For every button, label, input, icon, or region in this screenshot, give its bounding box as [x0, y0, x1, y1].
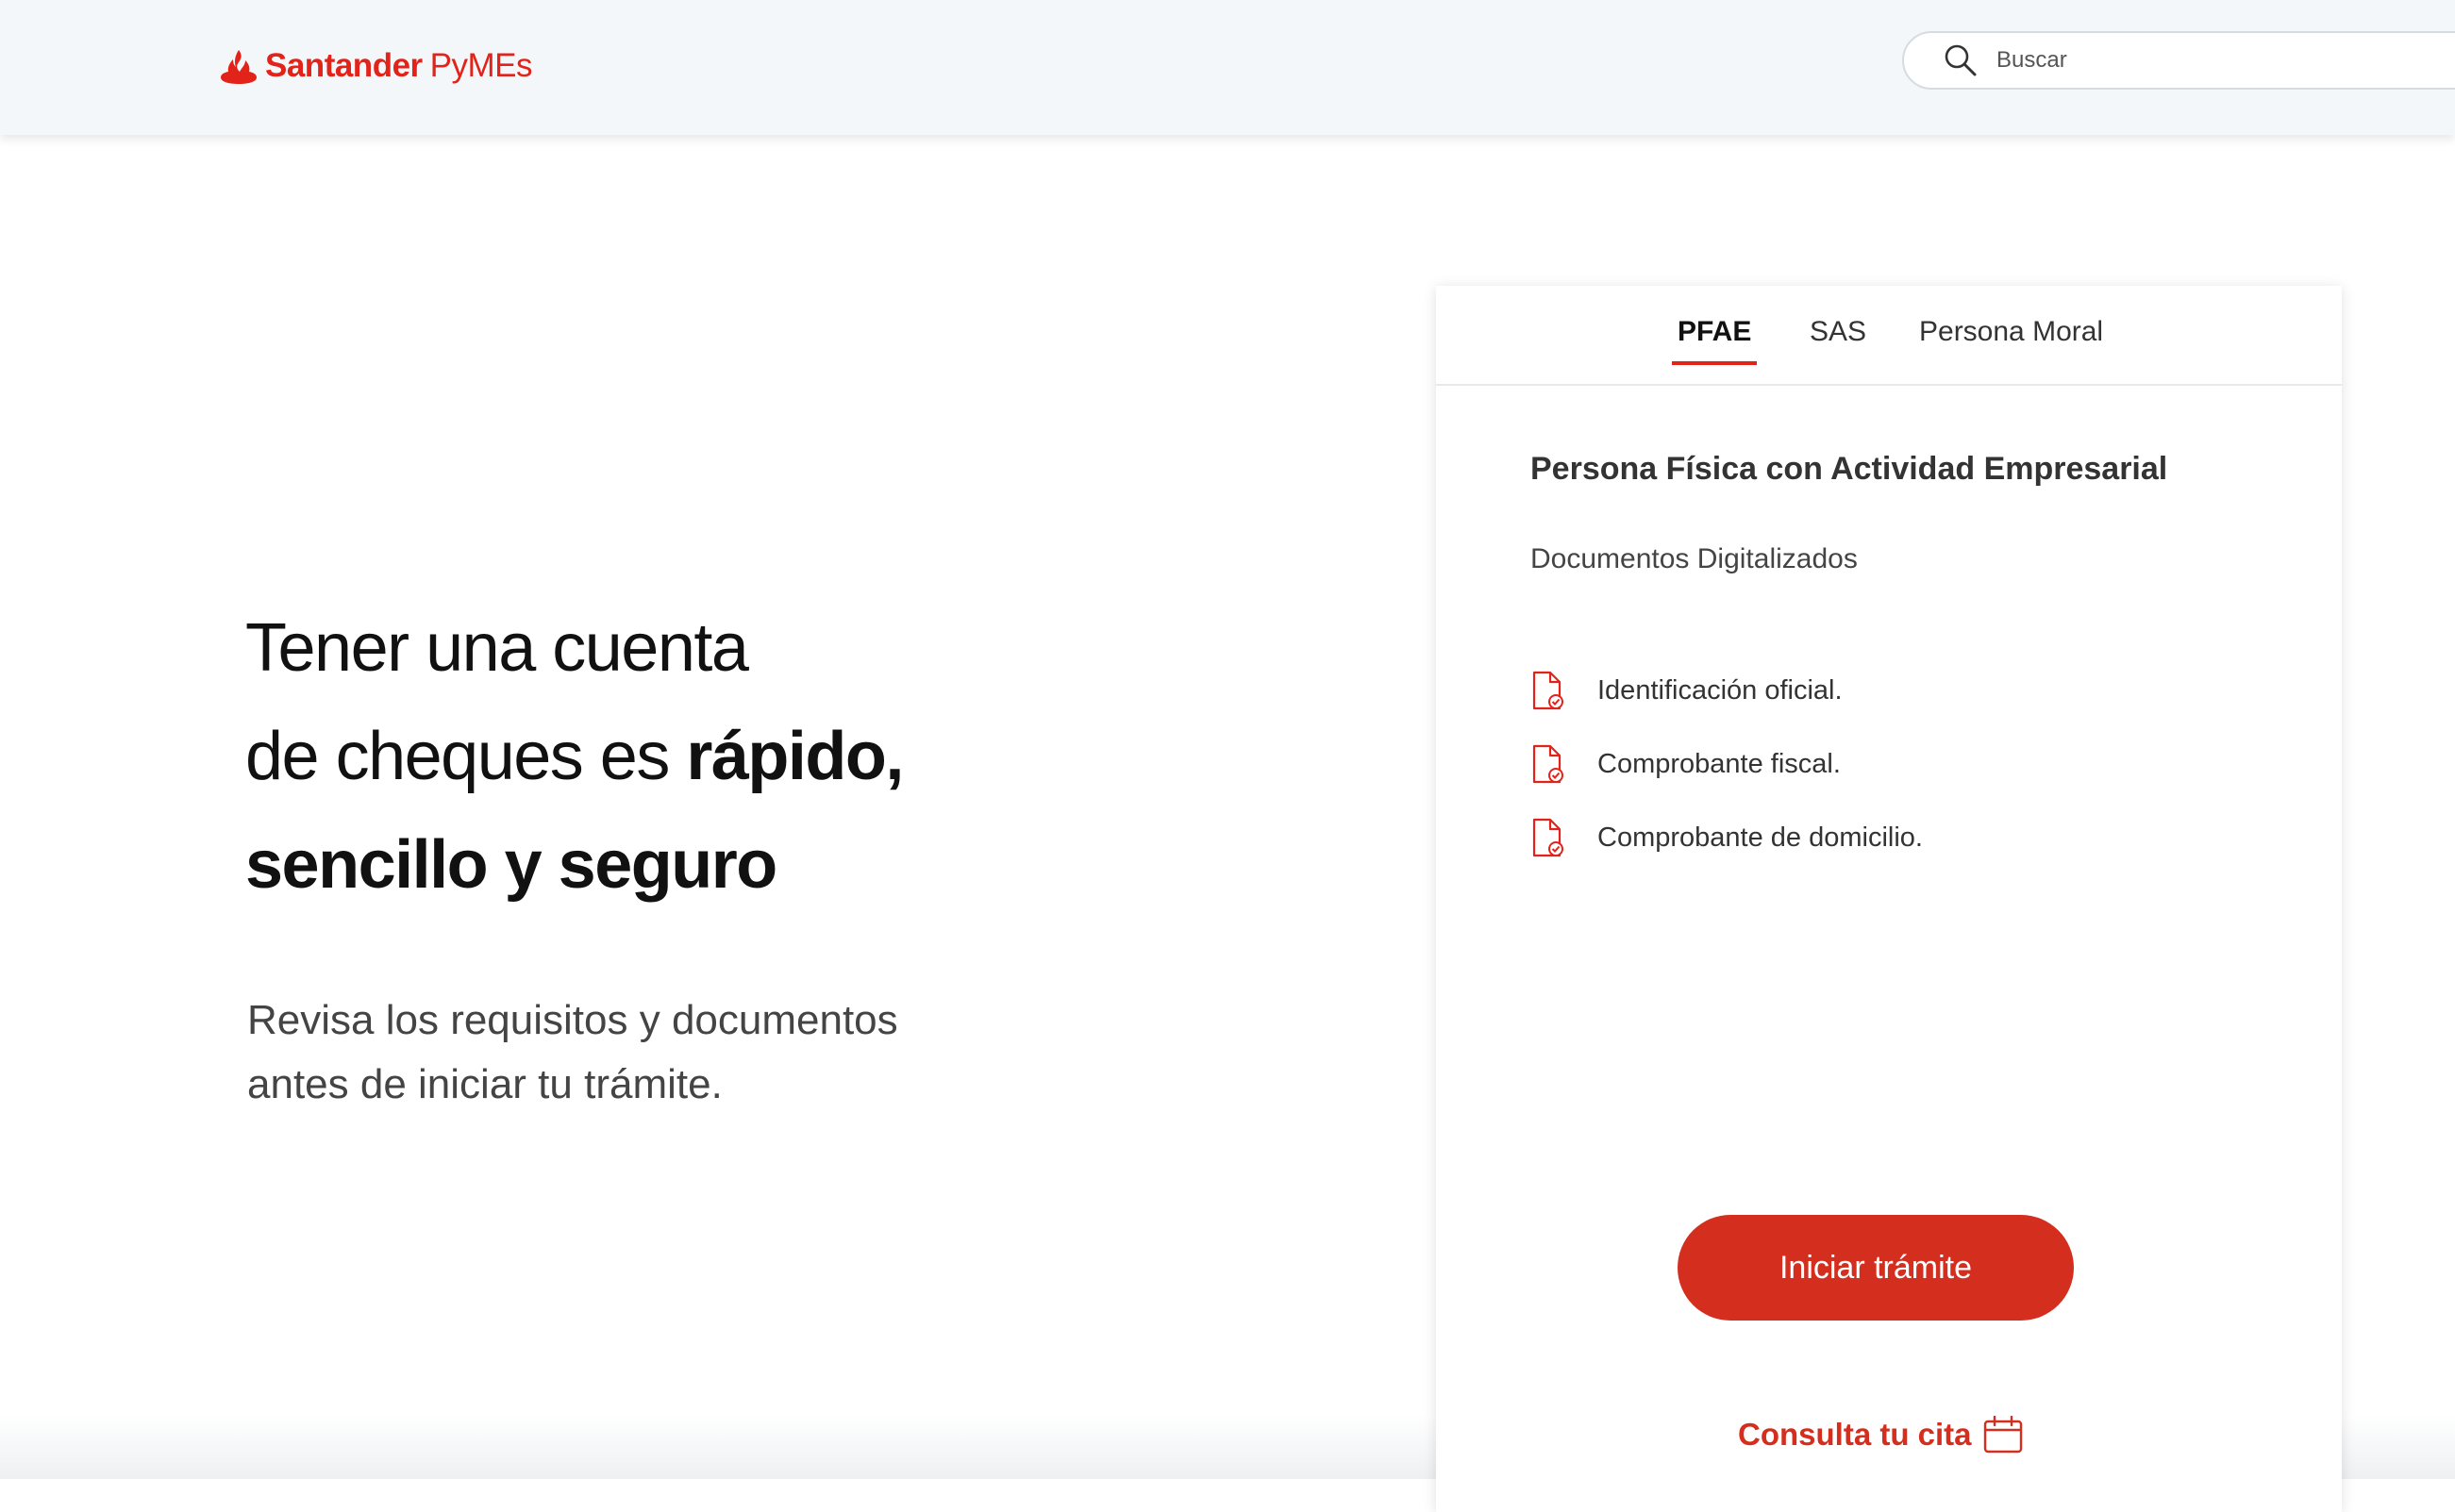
- consulta-cita-link[interactable]: Consulta tu cita: [1738, 1416, 2023, 1454]
- hero-title-line-3: sencillo y seguro: [245, 827, 777, 903]
- list-item: Comprobante de domicilio.: [1530, 801, 1923, 874]
- logo-product: PyMEs: [429, 47, 533, 84]
- tab-sas[interactable]: SAS: [1810, 316, 1866, 348]
- hero-subtitle-line-2: antes de iniciar tu trámite.: [247, 1061, 723, 1107]
- hero-title-line-1: Tener una cuenta: [245, 610, 749, 686]
- hero-subtitle: Revisa los requisitos y documentos antes…: [247, 989, 898, 1117]
- document-label: Identificación oficial.: [1597, 674, 1843, 706]
- tab-pfae-label: PFAE: [1678, 316, 1752, 347]
- document-check-icon: [1530, 743, 1566, 785]
- santander-pymes-logo[interactable]: Santander PyMEs: [220, 43, 533, 89]
- search-icon[interactable]: [1940, 40, 1981, 81]
- hero-title-line-2-bold: rápido,: [686, 719, 904, 794]
- tab-pfae[interactable]: PFAE: [1672, 316, 1758, 365]
- calendar-icon: [1983, 1416, 2023, 1454]
- logo-brand: Santander: [265, 47, 423, 84]
- document-check-icon: [1530, 817, 1566, 858]
- document-label: Comprobante fiscal.: [1597, 748, 1841, 779]
- search-box[interactable]: [1902, 31, 2455, 90]
- flame-icon: [220, 47, 258, 85]
- document-list: Identificación oficial. Comprobante fisc…: [1530, 654, 1923, 874]
- site-header: Santander PyMEs: [0, 0, 2455, 135]
- card-title: Persona Física con Actividad Empresarial: [1530, 451, 2168, 487]
- document-label: Comprobante de domicilio.: [1597, 822, 1923, 853]
- list-item: Comprobante fiscal.: [1530, 727, 1923, 801]
- card-subtitle: Documentos Digitalizados: [1530, 543, 1858, 574]
- hero-title-line-2-regular: de cheques es: [245, 719, 687, 794]
- search-input[interactable]: [1995, 46, 2395, 75]
- requirements-card: PFAE SAS Persona Moral Persona Física co…: [1436, 286, 2342, 1512]
- tab-persona-moral[interactable]: Persona Moral: [1919, 316, 2103, 348]
- hero-subtitle-line-1: Revisa los requisitos y documentos: [247, 997, 898, 1043]
- list-item: Identificación oficial.: [1530, 654, 1923, 727]
- logo-text: Santander PyMEs: [265, 47, 533, 85]
- document-check-icon: [1530, 670, 1566, 711]
- hero-title: Tener una cuenta de cheques es rápido, s…: [245, 594, 904, 920]
- hero-title-line-2: de cheques es rápido,: [245, 703, 904, 811]
- entity-type-tabs: PFAE SAS Persona Moral: [1436, 286, 2342, 386]
- iniciar-tramite-button[interactable]: Iniciar trámite: [1678, 1215, 2074, 1321]
- active-tab-indicator: [1672, 361, 1758, 365]
- consulta-cita-label: Consulta tu cita: [1738, 1417, 1972, 1452]
